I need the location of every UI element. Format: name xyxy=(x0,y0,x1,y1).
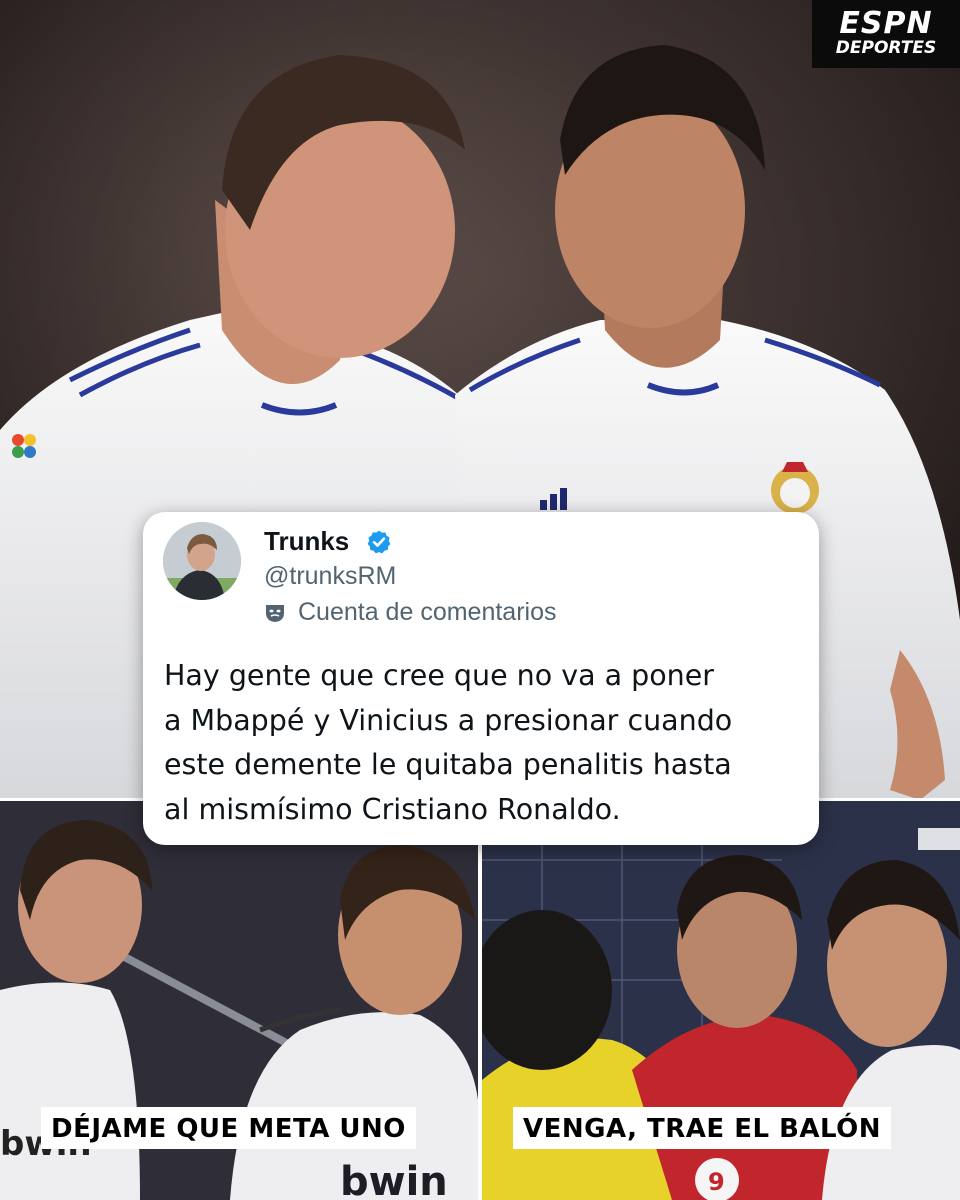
tweet-author-handle[interactable]: @trunksRM xyxy=(264,562,396,591)
svg-text:9: 9 xyxy=(708,1168,725,1196)
tweet-text: Hay gente que cree que no va a poner a M… xyxy=(164,659,733,826)
parody-mask-icon xyxy=(266,605,284,622)
logo-line-2: DEPORTES xyxy=(835,38,937,58)
tweet-author-name[interactable]: Trunks xyxy=(264,526,349,557)
verified-badge-icon xyxy=(367,530,391,554)
caption-left: DÉJAME QUE META UNO xyxy=(41,1107,416,1149)
caption-right: VENGA, TRAE EL BALÓN xyxy=(513,1107,892,1149)
account-label: Cuenta de comentarios xyxy=(298,598,557,626)
avatar-image xyxy=(163,522,241,600)
espn-deportes-logo: ESPN DEPORTES xyxy=(812,0,960,68)
logo-line-1: ESPN xyxy=(839,6,933,41)
vertical-divider xyxy=(478,800,482,1200)
tweet-card: Trunks @trunksRM Cuenta de comentarios H… xyxy=(143,512,819,845)
avatar[interactable] xyxy=(163,522,241,600)
svg-text:bwin: bwin xyxy=(340,1159,448,1200)
